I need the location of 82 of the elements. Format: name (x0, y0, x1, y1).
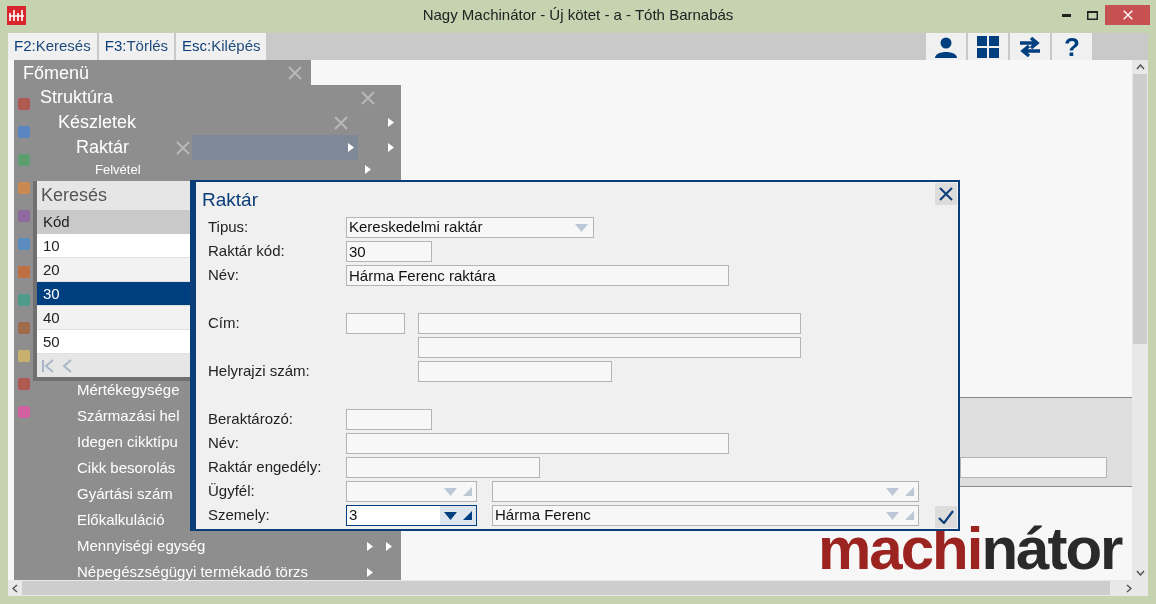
scroll-left-icon[interactable] (12, 583, 18, 593)
first-page-icon[interactable] (41, 358, 54, 373)
combo-field[interactable]: 3 (346, 505, 477, 526)
scrollbar-thumb[interactable] (1133, 74, 1147, 344)
input-field[interactable] (346, 313, 405, 334)
user-button[interactable] (926, 33, 966, 60)
module-icon[interactable] (18, 238, 30, 250)
app-logo-icon (7, 5, 26, 25)
confirm-button[interactable] (935, 506, 957, 528)
input-field[interactable] (960, 457, 1107, 478)
caret-icon (444, 487, 457, 496)
corner-icon (905, 487, 914, 496)
corner-icon (463, 487, 472, 496)
field-label: Név: (208, 265, 240, 286)
module-icon[interactable] (18, 154, 30, 166)
input-field[interactable] (418, 313, 801, 334)
module-icon[interactable] (18, 378, 30, 390)
previous-page-icon[interactable] (62, 358, 72, 373)
module-icon[interactable] (18, 126, 30, 138)
corner-icon (463, 511, 472, 520)
vertical-scrollbar[interactable] (1132, 60, 1148, 580)
arrow-icon (386, 542, 392, 551)
help-button[interactable]: ? (1052, 33, 1092, 60)
field-label: Név: (208, 433, 240, 454)
arrow-icon (365, 165, 371, 175)
layout-button[interactable] (968, 33, 1008, 60)
arrow-icon (348, 143, 354, 152)
toolbar-button[interactable]: F2:Keresés (8, 33, 97, 60)
horizontal-scrollbar[interactable] (8, 580, 1148, 596)
scroll-up-icon[interactable] (1135, 64, 1145, 70)
swap-arrows-icon (1018, 34, 1042, 59)
arrow-icon (388, 143, 394, 152)
input-field[interactable] (346, 409, 432, 430)
field-label: Beraktározó: (208, 409, 295, 430)
combo-field[interactable] (346, 481, 477, 502)
field-label: Raktár engedély: (208, 457, 323, 478)
caret-icon (444, 511, 457, 520)
window-title: Nagy Machinátor - Új kötet - a - Tóth Barnabás (422, 4, 734, 25)
grid-icon (977, 35, 999, 58)
field-label: Raktár kód: (208, 241, 286, 262)
checkmark-icon (938, 510, 954, 524)
combo-field[interactable]: Hárma Ferenc (492, 505, 919, 526)
module-icon[interactable] (18, 266, 30, 278)
module-icon[interactable] (18, 406, 30, 418)
select-field[interactable]: Kereskedelmi raktár (346, 217, 594, 238)
toolbar-button[interactable]: Esc:Kilépés (176, 33, 267, 60)
user-icon (935, 35, 957, 58)
input-field[interactable] (346, 433, 729, 454)
maximize-icon (1086, 10, 1098, 20)
scrollbar-thumb[interactable] (22, 581, 1110, 595)
arrow-icon (367, 568, 373, 577)
field-label: Tipus: (208, 217, 250, 238)
module-icon[interactable] (18, 210, 30, 222)
module-icon[interactable] (18, 98, 30, 110)
dialog-title: Raktár (201, 188, 259, 212)
caret-icon (886, 487, 899, 496)
input-field[interactable]: Hárma Ferenc raktára (346, 265, 729, 286)
field-label: Cím: (208, 313, 241, 334)
corner-icon (905, 511, 914, 520)
minimize-icon (1061, 13, 1071, 17)
field-label: Ügyfél: (208, 481, 256, 502)
input-field[interactable] (346, 457, 540, 478)
popup-title: Keresés (40, 184, 109, 207)
arrow-icon (388, 118, 394, 127)
input-field[interactable] (418, 361, 612, 382)
switch-button[interactable] (1010, 33, 1050, 60)
arrow-icon (367, 542, 373, 551)
combo-field[interactable] (492, 481, 919, 502)
caret-icon (886, 511, 899, 520)
field-label: Helyrajzi szám: (208, 361, 311, 382)
module-icon[interactable] (18, 350, 30, 362)
scroll-down-icon[interactable] (1135, 570, 1145, 576)
module-icon[interactable] (18, 182, 30, 194)
module-icon[interactable] (18, 322, 30, 334)
module-icon[interactable] (18, 294, 30, 306)
field-label: Szemely: (208, 505, 271, 526)
caret-icon (575, 223, 588, 232)
toolbar-button[interactable]: F3:Törlés (98, 33, 175, 60)
input-field[interactable]: 30 (346, 241, 432, 262)
input-field[interactable] (418, 337, 801, 358)
menu-title: Főmenü (23, 61, 90, 85)
scroll-right-icon[interactable] (1126, 583, 1132, 593)
